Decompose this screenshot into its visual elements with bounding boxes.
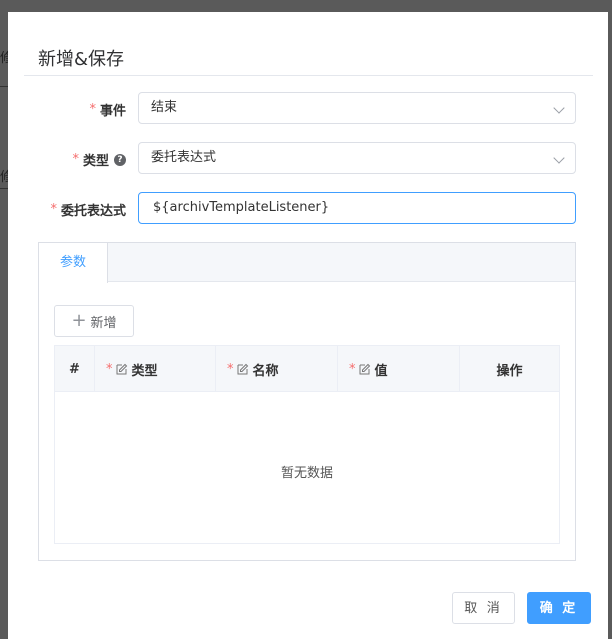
column-header-name: * 名称 [216,346,338,392]
delegate-expression-label-text: 委托表达式 [60,204,126,219]
column-header-actions: 操作 [460,346,559,392]
type-select-value: 委托表达式 [151,150,217,165]
event-label: * 事件 [89,100,126,119]
dialog: 新增&保存 * 事件 结束 * 类型 ? 委托表达式 * 委托表达式 ${arc… [8,12,608,639]
required-mark: * [227,361,234,377]
cancel-button[interactable]: 取 消 [452,592,515,624]
type-label-text: 类型 [82,154,109,169]
chevron-down-icon [553,152,565,164]
type-select[interactable]: 委托表达式 [138,142,576,174]
column-header-type-label: 类型 [131,363,158,379]
type-label: * 类型 ? [72,150,126,169]
event-label-text: 事件 [99,104,126,119]
required-mark: * [106,361,113,377]
tab-params[interactable]: 参数 [39,243,108,283]
form-row-type: * 类型 ? 委托表达式 [8,142,608,174]
required-mark: * [89,102,96,117]
required-mark: * [72,152,79,167]
column-header-type: * 类型 [95,346,216,392]
form-row-event: * 事件 结束 [8,92,608,124]
question-icon[interactable]: ? [114,153,126,166]
delegate-expression-value: ${archivTemplateListener} [153,200,330,215]
required-mark: * [50,202,57,217]
tabs-header [39,243,575,282]
confirm-button[interactable]: 确 定 [527,592,591,624]
column-header-name-label: 名称 [252,363,279,379]
params-tabs-card: 参数 + 新增 # * 类型 * 名称 * 值 操作 暂无数据 [38,242,576,561]
title-divider [24,75,593,76]
table-empty-text: 暂无数据 [280,466,333,481]
edit-icon [359,363,371,375]
edit-icon [116,363,128,375]
chevron-down-icon [553,102,565,114]
event-select-value: 结束 [151,100,178,115]
plus-icon: + [71,310,87,331]
params-table: # * 类型 * 名称 * 值 操作 暂无数据 [54,345,560,544]
form-row-delegate-expression: * 委托表达式 ${archivTemplateListener} [8,192,608,224]
column-header-value-label: 值 [374,363,388,379]
event-select[interactable]: 结束 [138,92,576,124]
required-mark: * [349,361,356,377]
column-header-index-label: # [69,361,80,377]
dialog-title: 新增&保存 [38,49,125,70]
table-header: # * 类型 * 名称 * 值 操作 [55,346,559,392]
column-header-actions-label: 操作 [496,363,523,379]
delegate-expression-input[interactable]: ${archivTemplateListener} [138,192,576,224]
add-param-button[interactable]: + 新增 [54,305,134,337]
column-header-index: # [55,346,95,392]
edit-icon [237,363,249,375]
delegate-expression-label: * 委托表达式 [50,200,126,219]
column-header-value: * 值 [338,346,460,392]
add-param-button-label: 新增 [90,315,117,331]
